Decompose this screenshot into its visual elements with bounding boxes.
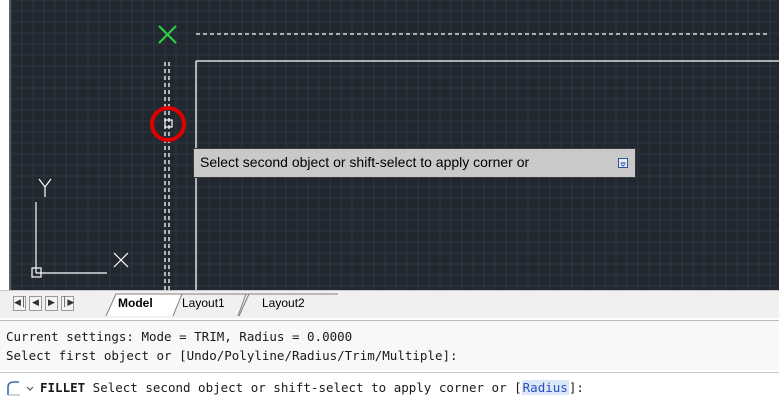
tab-layout1[interactable]: Layout1 — [182, 293, 225, 313]
command-history: Current settings: Mode = TRIM, Radius = … — [0, 320, 779, 370]
fillet-tooltip: Select second object or shift-select to … — [193, 148, 636, 178]
tooltip-expand-icon[interactable] — [618, 158, 628, 168]
next-tab-button[interactable]: ▶ — [45, 296, 58, 311]
command-line-icon[interactable] — [6, 380, 36, 398]
tab-layout2[interactable]: Layout2 — [262, 293, 305, 313]
prev-tab-button[interactable]: ◀ — [29, 296, 42, 311]
command-name: FILLET — [40, 380, 86, 395]
ucs-icon — [31, 178, 129, 278]
command-prompt-text: Select second object or shift-select to … — [85, 380, 522, 395]
first-tab-button[interactable]: ◀│ — [13, 296, 26, 311]
radius-option[interactable]: Radius — [521, 380, 569, 395]
command-prompt: FILLET Select second object or shift-sel… — [40, 380, 584, 395]
tab-model[interactable]: Model — [118, 293, 153, 313]
history-line: Select first object or [Undo/Polyline/Ra… — [6, 348, 458, 363]
tooltip-text: Select second object or shift-select to … — [200, 154, 530, 170]
chevron-down-icon — [26, 386, 34, 391]
command-prompt-suffix: ]: — [568, 380, 584, 395]
history-line: Current settings: Mode = TRIM, Radius = … — [6, 329, 353, 344]
layout-tabs-bar: ◀│ ◀ ▶ │▶ Model Layout1 Layout2 — [0, 290, 779, 318]
highlight-circle — [150, 106, 186, 142]
cross-marker-icon — [158, 25, 177, 44]
drawing-geometry — [31, 25, 779, 290]
command-line[interactable]: FILLET Select second object or shift-sel… — [0, 372, 779, 403]
drawing-canvas[interactable]: Select second object or shift-select to … — [0, 0, 779, 290]
last-tab-button[interactable]: │▶ — [61, 296, 74, 311]
